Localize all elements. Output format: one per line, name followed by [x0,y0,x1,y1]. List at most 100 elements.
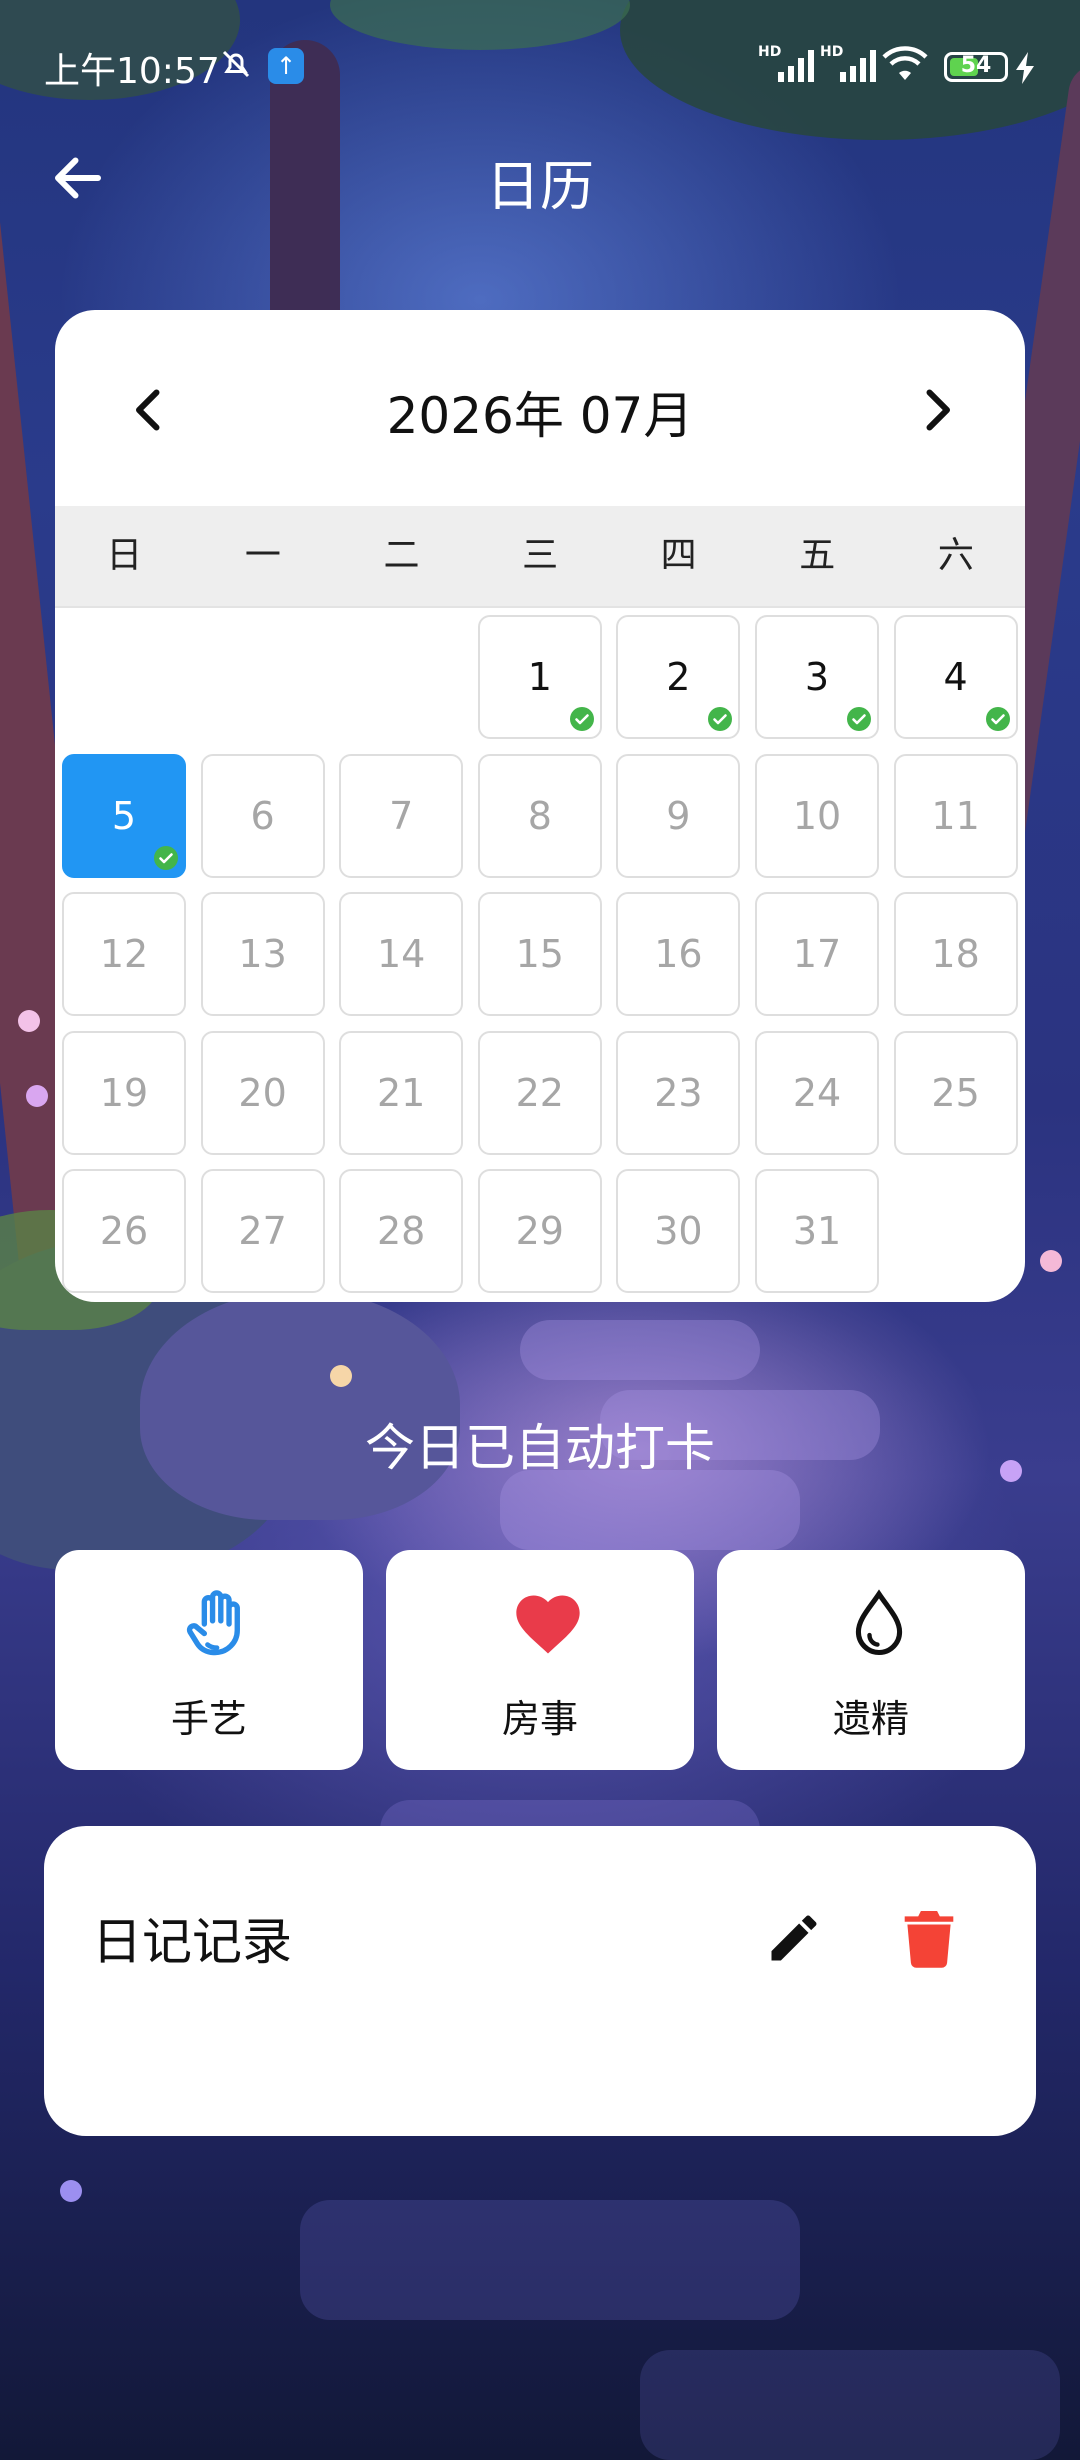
action-card-craft[interactable]: 手艺 [55,1550,363,1770]
weekday-label: 三 [522,535,559,576]
calendar-day[interactable]: 24 [755,1030,879,1155]
calendar-day[interactable]: 28 [339,1169,464,1293]
day-number: 25 [931,1070,980,1115]
day-number: 15 [515,932,564,976]
status-bar: 上午10:57 ↑ HD HD 54 [0,0,1080,130]
calendar-day[interactable]: 17 [755,892,879,1016]
day-number: 17 [792,932,842,976]
check-icon [985,707,1010,731]
calendar-day[interactable]: 9 [616,753,741,878]
heart-icon [510,1586,586,1662]
weekday-label: 二 [383,535,420,576]
pencil-icon[interactable] [764,1908,824,1968]
action-card-emission[interactable]: 遗精 [717,1550,1025,1770]
day-number: 21 [377,1070,426,1115]
day-number: 2 [666,655,691,699]
calendar-day[interactable]: 11 [893,753,1018,878]
day-number: 14 [377,932,426,976]
day-number: 22 [515,1070,564,1115]
day-number: 10 [792,793,842,838]
weekday-header: 日 一 二 三 四 五 六 [55,506,1025,608]
weekday-label: 一 [244,535,281,576]
day-number: 19 [99,1070,149,1115]
page-title: 日历 [486,155,594,218]
calendar-card: 2026年 07月 日 一 二 三 四 五 六 1 2 3 4 5 6 7 8 9 10 11 12 1… [55,310,1025,1302]
calendar-day[interactable]: 21 [339,1030,464,1155]
calendar-day[interactable]: 2 [616,615,741,739]
weekday-label: 六 [937,535,974,576]
next-month-button[interactable] [907,380,967,440]
calendar-day[interactable]: 3 [755,615,879,739]
weekday-label: 日 [106,535,143,576]
calendar-day[interactable]: 29 [477,1169,602,1293]
calendar-day[interactable]: 22 [477,1030,602,1155]
action-label: 手艺 [170,1697,247,1741]
day-number: 4 [943,655,968,699]
day-number: 28 [377,1209,426,1253]
diary-title: 日记记录 [92,1913,292,1971]
day-number: 12 [99,932,149,976]
check-icon [708,707,733,731]
day-number: 23 [654,1070,703,1115]
wifi-icon [880,44,930,84]
day-number: 9 [666,793,691,838]
battery-icon: 54 [944,52,1008,82]
calendar-day[interactable]: 30 [616,1169,741,1293]
calendar-day[interactable]: 14 [339,892,464,1016]
calendar-day[interactable]: 10 [755,753,879,878]
day-number: 8 [527,793,552,838]
trash-icon[interactable] [902,1908,956,1968]
day-number: 29 [515,1209,564,1253]
calendar-day[interactable]: 27 [200,1169,325,1293]
calendar-day[interactable]: 18 [893,892,1018,1016]
action-card-intimacy[interactable]: 房事 [386,1550,694,1770]
calendar-day[interactable]: 8 [477,753,602,878]
day-number: 18 [931,932,980,976]
calendar-day[interactable]: 16 [616,892,741,1016]
weekday-label: 四 [660,535,697,576]
calendar-day[interactable]: 25 [893,1030,1018,1155]
calendar-header: 2026年 07月 [55,310,1025,506]
check-icon [569,707,594,731]
calendar-day[interactable]: 26 [62,1169,186,1293]
day-number: 20 [238,1070,287,1115]
day-number: 30 [654,1209,703,1253]
upload-notification-icon: ↑ [268,48,304,84]
day-number: 11 [931,793,980,838]
day-number: 24 [792,1070,842,1115]
check-icon [847,707,871,731]
day-number: 13 [238,932,287,976]
calendar-day[interactable]: 7 [339,753,464,878]
battery-level: 54 [960,53,992,78]
bell-off-icon [218,46,254,82]
calendar-day[interactable]: 1 [477,615,602,739]
calendar-day-today[interactable]: 5 [62,753,186,878]
action-label: 房事 [501,1697,578,1741]
calendar-day[interactable]: 19 [62,1030,186,1155]
calendar-day[interactable]: 13 [200,892,325,1016]
check-icon [154,845,178,870]
day-number: 3 [804,655,830,699]
weekday-label: 五 [799,535,836,576]
day-number: 31 [792,1209,842,1253]
day-number: 26 [99,1209,149,1253]
calendar-day[interactable]: 15 [477,892,602,1016]
status-time: 上午10:57 [44,51,220,92]
calendar-day[interactable]: 6 [200,753,325,878]
calendar-day[interactable]: 20 [200,1030,325,1155]
month-label: 2026年 07月 [386,387,694,445]
day-number: 5 [111,793,137,838]
day-number: 1 [527,655,552,699]
calendar-day[interactable]: 31 [755,1169,879,1293]
calendar-day[interactable]: 12 [62,892,186,1016]
calendar-day[interactable]: 4 [893,615,1018,739]
day-number: 27 [238,1209,287,1253]
hand-icon [179,1586,255,1662]
signal-icon: HD [758,44,818,84]
signal-icon: HD [820,44,880,84]
day-number: 6 [250,793,275,838]
diary-card: 日记记录 [44,1826,1036,2136]
calendar-day[interactable]: 23 [616,1030,741,1155]
day-number: 7 [389,793,414,838]
drop-icon [841,1586,917,1662]
